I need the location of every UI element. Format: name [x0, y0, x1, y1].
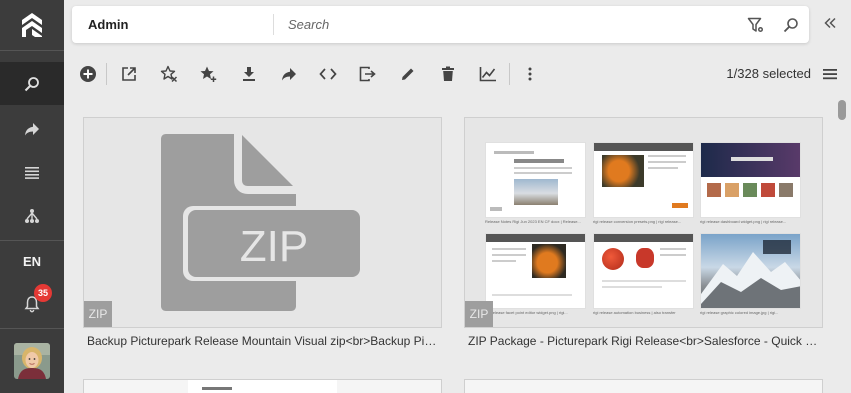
share-icon [25, 122, 39, 135]
search-icon [783, 18, 798, 33]
embed-button[interactable] [316, 62, 340, 86]
channel-selector[interactable]: Admin [88, 6, 128, 43]
add-icon [80, 66, 96, 82]
preview-caption: rigi release graphic colored image.jpg |… [700, 310, 779, 315]
results-scrollbar[interactable] [838, 100, 846, 120]
preview-caption: rigi release dashboard widget.png | rigi… [700, 219, 787, 224]
zip-file-icon: ZIP [161, 134, 364, 311]
selection-count[interactable]: 1/328 selected [726, 66, 811, 81]
filter-settings-icon [747, 17, 763, 32]
preview-dashboard-widget [700, 142, 801, 218]
preview-mountain-image [700, 233, 801, 309]
search-divider [273, 14, 274, 35]
export-button[interactable] [356, 62, 380, 86]
search-input[interactable] [288, 13, 728, 36]
menu-icon [823, 69, 837, 80]
user-avatar[interactable] [14, 343, 50, 379]
card-thumbnail[interactable]: Release Notes Rigi Jun 2023 EN CF docx |… [464, 117, 823, 328]
search-bar: Admin [72, 6, 809, 43]
share-icon [282, 68, 296, 81]
svg-text:ZIP: ZIP [240, 222, 308, 271]
notifications-button[interactable] [0, 282, 64, 325]
toolbar-separator [106, 63, 107, 85]
left-rail: EN 35 [0, 0, 64, 393]
download-button[interactable] [237, 62, 261, 86]
open-button[interactable] [117, 62, 141, 86]
preview-caption: Release Notes Rigi Jun 2023 EN CF docx |… [485, 219, 581, 224]
card-thumbnail[interactable] [464, 379, 823, 393]
result-card[interactable] [464, 379, 823, 393]
picturepark-logo-icon [22, 13, 42, 37]
open-external-icon [122, 67, 136, 81]
search-icon [24, 76, 39, 91]
rail-divider [0, 50, 64, 51]
remove-favorite-button[interactable] [157, 62, 181, 86]
delete-button[interactable] [436, 62, 460, 86]
edit-button[interactable] [396, 62, 420, 86]
rail-hierarchy-button[interactable] [0, 194, 64, 237]
star-remove-icon [160, 65, 178, 83]
card-title[interactable]: Backup Picturepark Release Mountain Visu… [87, 334, 439, 348]
user-photo [14, 343, 50, 379]
card-title[interactable]: ZIP Package - Picturepark Rigi Release<b… [468, 334, 820, 348]
double-chevron-left-icon [824, 17, 836, 29]
preview-caption: rigi release conversion presets.png | ri… [593, 219, 682, 224]
card-thumbnail[interactable] [83, 379, 442, 393]
search-submit-button[interactable] [781, 15, 801, 35]
card-thumbnail[interactable]: ZIP ZIP [83, 117, 442, 328]
app-window: EN 35 Admin Search 1/328 selected ZIP ZI… [0, 0, 851, 393]
preview-release-notes [485, 142, 586, 218]
mountain-illustration [701, 240, 800, 308]
hierarchy-icon [25, 208, 39, 223]
add-button[interactable] [76, 62, 100, 86]
preview-caption: rigi release automation business | also … [593, 310, 676, 315]
rail-list-button[interactable] [0, 150, 64, 193]
export-icon [359, 66, 376, 82]
statistics-icon [479, 67, 496, 82]
result-card[interactable]: Release Notes Rigi Jun 2023 EN CF docx |… [464, 117, 823, 357]
preview-automation [593, 233, 694, 309]
list-icon [25, 166, 39, 179]
collapse-panel-button[interactable] [820, 13, 840, 33]
toolbar-separator [509, 63, 510, 85]
statistics-button[interactable] [476, 62, 500, 86]
download-icon [243, 67, 255, 81]
more-actions-button[interactable] [518, 62, 542, 86]
delete-icon [442, 66, 454, 81]
action-toolbar: 1/328 selected [64, 52, 851, 96]
view-options-button[interactable] [818, 62, 842, 86]
share-button[interactable] [277, 62, 301, 86]
rail-divider [0, 328, 64, 329]
result-card[interactable] [83, 379, 442, 393]
more-icon [528, 67, 532, 81]
filter-settings-button[interactable] [746, 15, 766, 35]
edit-icon [402, 68, 414, 80]
app-logo[interactable] [0, 0, 64, 50]
add-favorite-button[interactable] [196, 62, 220, 86]
results-grid: ZIP ZIP Backup Picturepark Release Mount… [64, 96, 851, 393]
file-type-tag: ZIP [84, 301, 112, 327]
rail-share-button[interactable] [0, 107, 64, 150]
file-type-tag: ZIP [465, 301, 493, 327]
preview-conversion-presets [593, 142, 694, 218]
star-add-icon [200, 66, 217, 82]
result-card[interactable]: ZIP ZIP Backup Picturepark Release Mount… [83, 117, 442, 357]
notification-count-badge: 35 [34, 284, 52, 302]
embed-code-icon [319, 68, 337, 80]
language-switch[interactable]: EN [0, 240, 64, 283]
rail-search-button[interactable] [0, 62, 64, 105]
preview-caption: rigi release facet point editor widget.p… [485, 310, 568, 315]
preview-facet-editor [485, 233, 586, 309]
